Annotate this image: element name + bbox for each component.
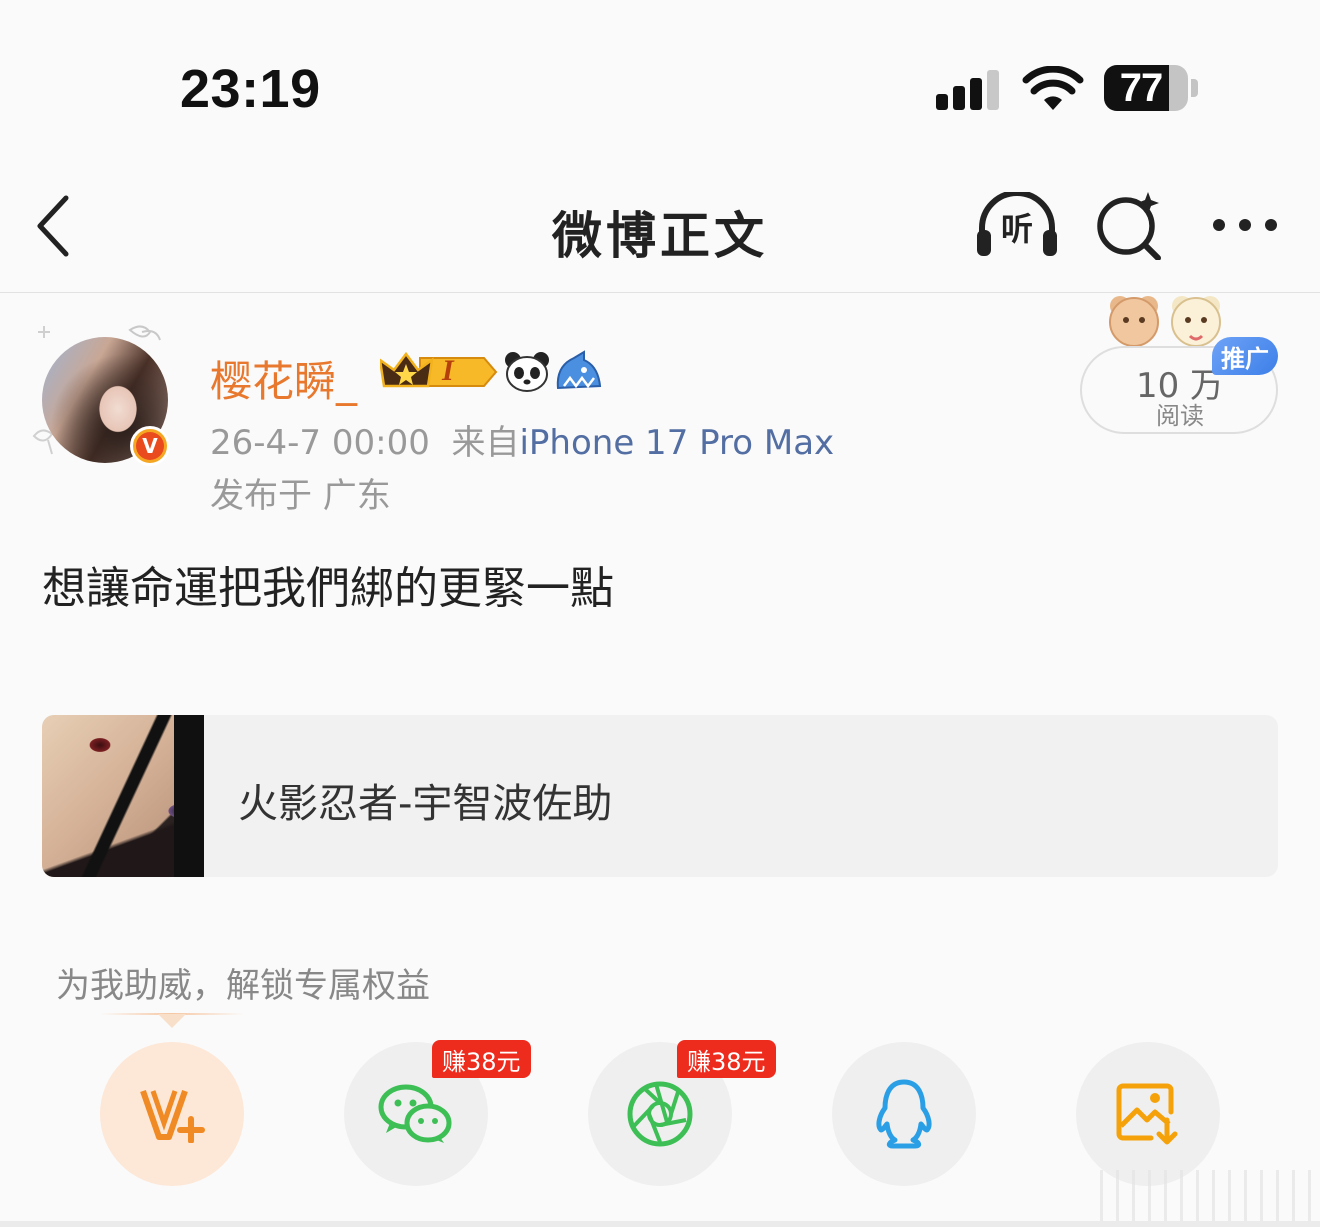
promo-tag: 推广 xyxy=(1212,337,1278,375)
save-image-share-button[interactable] xyxy=(1076,1042,1220,1186)
linked-topic-card[interactable]: 火影忍者-宇智波佐助 xyxy=(42,715,1278,877)
v-plus-icon xyxy=(140,1090,205,1143)
post-meta: 26-4-7 00:00 来自iPhone 17 Pro Max xyxy=(210,415,834,464)
crown-icon xyxy=(380,351,498,388)
qq-share-button[interactable] xyxy=(832,1042,976,1186)
card-thumbnail xyxy=(42,715,204,877)
source-prefix: 来自 xyxy=(451,423,520,463)
moments-icon xyxy=(627,1081,693,1147)
battery-tip xyxy=(1191,79,1198,97)
status-time: 23:19 xyxy=(180,59,321,119)
member-crown-badge[interactable]: I xyxy=(380,350,500,394)
battery-level: 77 xyxy=(1119,65,1164,110)
member-level: I xyxy=(442,354,454,387)
post-text: 想讓命運把我們綁的更緊一點 xyxy=(42,563,614,614)
device-link[interactable]: iPhone 17 Pro Max xyxy=(519,423,834,463)
read-label: 阅读 xyxy=(1156,402,1204,430)
shark-icon[interactable] xyxy=(554,350,602,392)
verified-badge: V xyxy=(130,426,170,466)
listen-button[interactable]: 听 xyxy=(974,192,1060,258)
share-hint-pointer xyxy=(158,1014,186,1028)
cellular-signal-icon xyxy=(936,68,1002,110)
vplus-share-button[interactable] xyxy=(100,1042,244,1186)
post-location: 发布于 广东 xyxy=(210,476,391,516)
listen-label: 听 xyxy=(1000,210,1033,248)
share-hint: 为我助威，解锁专属权益 xyxy=(56,966,430,1006)
verified-mark: V xyxy=(136,432,164,460)
wifi-icon xyxy=(1022,66,1084,110)
earn-badge-moments: 赚38元 xyxy=(677,1040,776,1078)
qq-icon xyxy=(876,1079,932,1149)
teddy-bears-decoration xyxy=(1109,296,1221,347)
earn-badge-wechat: 赚38元 xyxy=(432,1040,531,1078)
card-title: 火影忍者-宇智波佐助 xyxy=(238,781,613,827)
panda-icon[interactable] xyxy=(504,351,550,393)
battery-icon: 77 xyxy=(1104,65,1188,111)
search-icon[interactable] xyxy=(1096,190,1166,260)
wechat-icon xyxy=(378,1084,452,1143)
username[interactable]: 樱花瞬_ xyxy=(210,348,357,409)
more-options-icon[interactable] xyxy=(1210,215,1280,235)
save-image-icon xyxy=(1116,1083,1178,1145)
blurred-overlay xyxy=(1100,1170,1320,1227)
post-timestamp: 26-4-7 00:00 xyxy=(210,423,430,463)
bottom-divider xyxy=(0,1221,1320,1227)
